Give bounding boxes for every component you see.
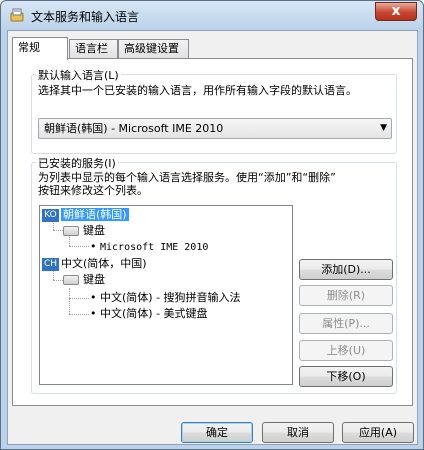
default-language-group-label: 默认输入语言(L) xyxy=(36,67,121,83)
installed-services-description-line1: 为列表中显示的每个输入语言选择服务。使用“添加”和“删除” xyxy=(38,171,336,184)
tree-connector xyxy=(69,237,70,246)
keyboard-icon xyxy=(63,275,79,285)
tree-node-chinese-label: 中文(简体，中国) xyxy=(61,257,147,270)
tree-node-korean[interactable]: KO 朝鲜语(韩国) xyxy=(42,208,129,222)
dropdown-arrow-icon: ▼ xyxy=(380,123,387,133)
tree-connector xyxy=(53,221,54,230)
tree-node-korean-label: 朝鲜语(韩国) xyxy=(61,208,129,221)
remove-button[interactable]: 删除(R) xyxy=(299,285,393,306)
bullet-icon: • xyxy=(90,240,97,253)
tree-node-chinese-keyboard-label: 键盘 xyxy=(83,273,105,286)
default-language-selected: 朝鲜语(韩国) - Microsoft IME 2010 xyxy=(44,122,224,135)
tab-advanced-key-settings-label: 高级键设置 xyxy=(124,42,179,55)
title-bar[interactable]: 文本服务和输入语言 x xyxy=(1,1,423,29)
tree-node-chinese[interactable]: CH 中文(简体，中国) xyxy=(42,257,147,271)
move-down-button[interactable]: 下移(O) xyxy=(299,366,393,387)
tree-node-korean-service[interactable]: • Microsoft IME 2010 xyxy=(90,240,208,255)
bullet-icon: • xyxy=(90,291,97,304)
move-up-button[interactable]: 上移(U) xyxy=(299,340,393,361)
keyboard-icon xyxy=(63,226,79,236)
tab-language-bar-label: 语言栏 xyxy=(75,42,108,55)
properties-button[interactable]: 属性(P)... xyxy=(299,313,393,334)
cancel-button[interactable]: 取消 xyxy=(262,422,334,443)
bullet-icon: • xyxy=(90,307,97,320)
default-language-description: 选择其中一个已安装的输入语言，用作所有输入字段的默认语言。 xyxy=(38,84,357,97)
dialog-window: 文本服务和输入语言 x 常规 语言栏 高级键设置 默认输入语言(L) 选择其中一… xyxy=(0,0,424,450)
tree-connector xyxy=(69,288,70,314)
tab-advanced-key-settings[interactable]: 高级键设置 xyxy=(118,39,189,58)
apply-button[interactable]: 应用(A) xyxy=(342,422,414,443)
ok-button[interactable]: 确定 xyxy=(181,422,253,443)
tree-node-chinese-keyboard[interactable]: 键盘 xyxy=(63,273,105,287)
tab-language-bar[interactable]: 语言栏 xyxy=(69,39,118,58)
tree-connector xyxy=(69,314,89,315)
tree-node-korean-keyboard[interactable]: 键盘 xyxy=(63,224,105,238)
installed-services-description-line2: 按钮来修改这个列表。 xyxy=(38,184,148,197)
add-button[interactable]: 添加(D)... xyxy=(299,259,393,280)
window-title: 文本服务和输入语言 xyxy=(31,10,140,24)
tab-general[interactable]: 常规 xyxy=(12,37,68,60)
tree-node-korean-keyboard-label: 键盘 xyxy=(83,224,105,237)
language-badge-icon: KO xyxy=(42,208,59,222)
default-language-select[interactable]: 朝鲜语(韩国) - Microsoft IME 2010 ▼ xyxy=(38,118,392,139)
tree-node-chinese-service-sogou[interactable]: • 中文(简体) - 搜狗拼音输入法 xyxy=(90,291,241,305)
tree-node-korean-service-label: Microsoft IME 2010 xyxy=(100,242,209,253)
close-button[interactable]: x xyxy=(375,2,417,21)
tree-node-chinese-service-sogou-label: 中文(简体) - 搜狗拼音输入法 xyxy=(100,291,241,304)
tab-general-label: 常规 xyxy=(18,41,40,54)
tree-connector xyxy=(69,298,89,299)
close-icon: x xyxy=(391,3,401,19)
installed-services-tree[interactable]: KO 朝鲜语(韩国) 键盘 • Microsoft IME 2010 CH 中文(简… xyxy=(39,205,293,385)
installed-services-group-label: 已安装的服务(I) xyxy=(36,155,118,171)
tree-connector xyxy=(53,270,54,280)
language-badge-icon: CH xyxy=(42,257,59,271)
tree-node-chinese-service-us-keyboard-label: 中文(简体) - 美式键盘 xyxy=(100,307,208,320)
tree-connector xyxy=(53,230,63,231)
text-services-icon xyxy=(10,8,24,22)
tree-node-chinese-service-us-keyboard[interactable]: • 中文(简体) - 美式键盘 xyxy=(90,307,208,321)
tree-connector xyxy=(53,280,63,281)
tree-connector xyxy=(69,246,89,247)
